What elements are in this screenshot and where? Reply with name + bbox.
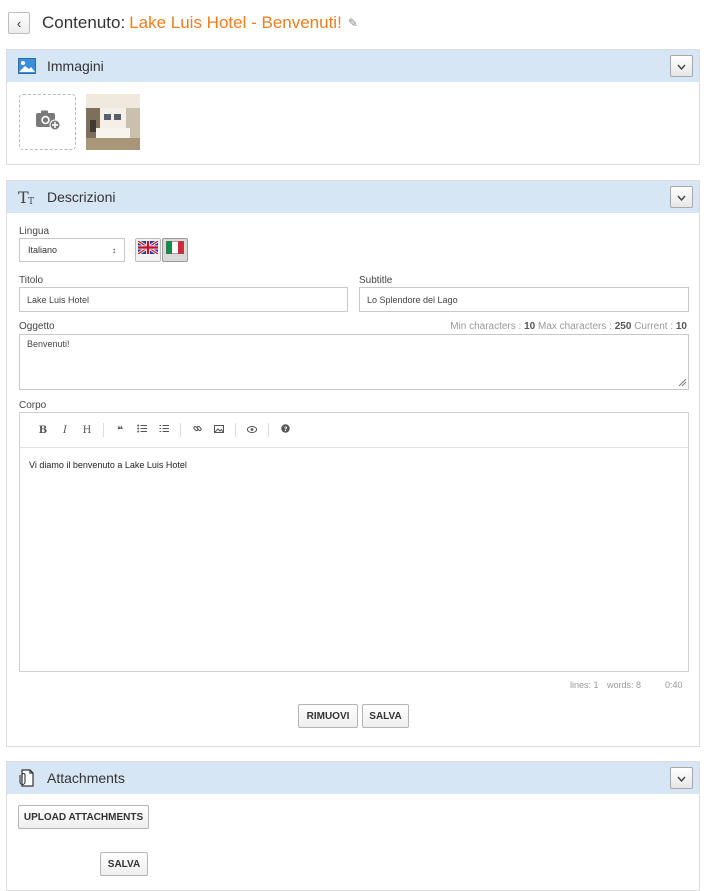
current-chars-value: 10 xyxy=(675,321,687,332)
bold-button[interactable]: B xyxy=(32,420,54,440)
link-button[interactable] xyxy=(186,420,208,440)
insert-image-button[interactable] xyxy=(208,420,230,440)
images-panel-header: Immagini xyxy=(7,50,699,82)
remove-button[interactable]: RIMUOVI xyxy=(298,704,358,728)
max-chars-label: Max characters : xyxy=(538,321,612,332)
flag-it-button[interactable] xyxy=(162,238,188,262)
save-description-button[interactable]: SALVA xyxy=(362,704,409,728)
unordered-list-button[interactable] xyxy=(131,420,153,440)
unordered-list-icon xyxy=(137,424,147,436)
toolbar-divider xyxy=(180,423,181,437)
image-thumbnail[interactable] xyxy=(86,94,140,150)
descriptions-panel: T T Descrizioni Lingua Italiano ↕ Titolo… xyxy=(6,180,700,747)
chevron-down-icon xyxy=(677,769,686,787)
attachments-panel-header: Attachments xyxy=(7,762,699,794)
text-format-icon: T T xyxy=(17,187,37,207)
help-button[interactable]: ? xyxy=(274,420,296,440)
page-header: ‹ Contenuto: Lake Luis Hotel - Benvenuti… xyxy=(8,10,358,36)
subject-textarea[interactable]: Benvenuti! xyxy=(19,334,689,390)
toolbar-divider xyxy=(268,423,269,437)
upload-attachments-button[interactable]: UPLOAD ATTACHMENTS xyxy=(18,805,149,829)
camera-add-icon xyxy=(35,109,61,136)
images-panel: Immagini xyxy=(6,49,700,165)
chevron-left-icon: ‹ xyxy=(16,15,22,31)
page-title-prefix: Contenuto: xyxy=(42,13,126,32)
svg-text:?: ? xyxy=(283,425,287,433)
subtitle-label: Subtitle xyxy=(359,275,393,286)
subject-label: Oggetto xyxy=(19,321,55,332)
toolbar-divider xyxy=(103,423,104,437)
attachments-panel-title: Attachments xyxy=(47,770,125,786)
eye-icon xyxy=(246,425,258,436)
images-panel-title: Immagini xyxy=(47,58,104,74)
attachments-panel: Attachments UPLOAD ATTACHMENTS SALVA xyxy=(6,761,700,891)
char-counter: Min characters : 10 Max characters : 250… xyxy=(450,321,687,332)
uk-flag-icon xyxy=(137,239,159,259)
title-input[interactable]: Lake Luis Hotel xyxy=(19,287,348,312)
status-lines: lines: 1 xyxy=(570,680,599,690)
editor-toolbar: B I H ❝ ? xyxy=(20,413,688,448)
back-button[interactable]: ‹ xyxy=(8,12,30,34)
title-label: Titolo xyxy=(19,275,44,286)
language-label: Lingua xyxy=(19,226,50,237)
ordered-list-icon xyxy=(159,424,169,436)
language-select-value: Italiano xyxy=(28,245,58,255)
chevron-down-icon xyxy=(677,57,686,75)
image-icon xyxy=(17,56,37,76)
images-collapse-button[interactable] xyxy=(670,55,693,77)
descriptions-panel-title: Descrizioni xyxy=(47,189,116,205)
heading-button[interactable]: H xyxy=(76,420,98,440)
editor-content[interactable]: Vi diamo il benvenuto a Lake Luis Hotel xyxy=(20,448,688,482)
link-icon xyxy=(192,424,202,436)
flag-uk-button[interactable] xyxy=(135,238,161,262)
save-attachments-button[interactable]: SALVA xyxy=(100,852,148,876)
italy-flag-icon xyxy=(166,241,184,259)
min-chars-label: Min characters : xyxy=(450,321,522,332)
current-chars-label: Current : xyxy=(634,321,674,332)
preview-button[interactable] xyxy=(241,420,263,440)
edit-pencil-icon[interactable]: ✎ xyxy=(348,16,358,30)
status-cursor: 0:40 xyxy=(665,680,683,690)
add-photo-button[interactable] xyxy=(19,94,76,150)
resize-handle-icon[interactable] xyxy=(678,378,687,389)
body-editor[interactable]: B I H ❝ ? Vi diamo il benvenuto a Lake L… xyxy=(19,412,689,672)
subtitle-input[interactable]: Lo Splendore del Lago xyxy=(359,287,689,312)
body-label: Corpo xyxy=(19,400,47,411)
svg-text:T: T xyxy=(28,197,34,205)
descriptions-panel-header: T T Descrizioni xyxy=(7,181,699,213)
ordered-list-button[interactable] xyxy=(153,420,175,440)
subject-text: Benvenuti! xyxy=(27,339,70,349)
status-words: words: 8 xyxy=(607,680,642,690)
question-icon: ? xyxy=(280,424,290,436)
descriptions-collapse-button[interactable] xyxy=(670,186,693,208)
language-select[interactable]: Italiano ↕ xyxy=(19,238,125,262)
max-chars-value: 250 xyxy=(614,321,632,332)
min-chars-value: 10 xyxy=(524,321,536,332)
select-arrows-icon: ↕ xyxy=(112,245,116,255)
page-title: Lake Luis Hotel - Benvenuti! xyxy=(129,13,342,32)
quote-icon: ❝ xyxy=(117,424,123,436)
quote-button[interactable]: ❝ xyxy=(109,420,131,440)
chevron-down-icon xyxy=(677,188,686,206)
attachment-file-icon xyxy=(17,768,37,788)
toolbar-divider xyxy=(235,423,236,437)
italic-button[interactable]: I xyxy=(54,420,76,440)
attachments-collapse-button[interactable] xyxy=(670,767,693,789)
image-icon xyxy=(214,424,224,436)
